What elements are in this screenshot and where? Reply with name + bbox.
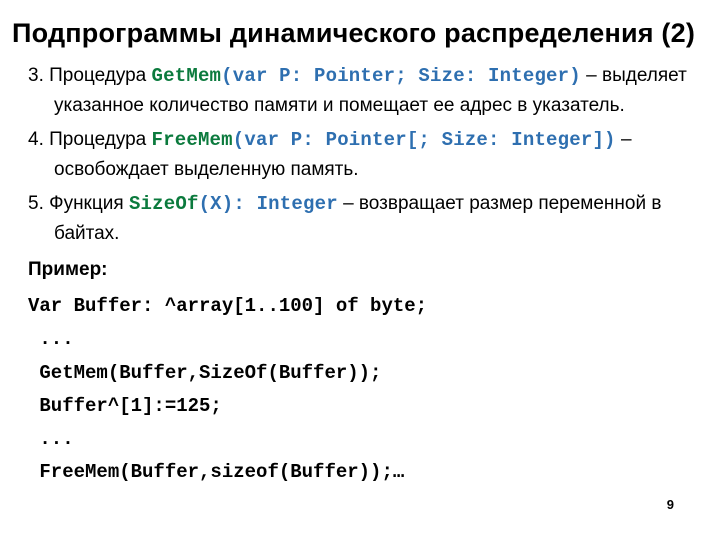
item-5-lead: 5. Функция <box>28 193 129 214</box>
item-4-tail: освобождает выделенную память. <box>54 159 359 180</box>
item-5-dash: – <box>338 193 359 214</box>
content-body: 3. Процедура GetMem(var P: Pointer; Size… <box>0 57 720 490</box>
sig-mid: P: <box>279 129 325 151</box>
sig-close: ) <box>569 65 581 87</box>
sig-sep: ; Size: <box>395 65 488 87</box>
sig-mid: P: <box>268 65 314 87</box>
item-5: 5. Функция SizeOf(X): Integer – возвраща… <box>28 189 692 249</box>
sig-open: ( <box>221 65 233 87</box>
proc-sizeof: SizeOf <box>129 193 199 215</box>
slide: Подпрограммы динамического распределения… <box>0 0 720 540</box>
sig-sep: [; Size: <box>407 129 511 151</box>
sig-open: ( <box>233 129 245 151</box>
item-3-dash: – <box>581 65 602 86</box>
proc-getmem: GetMem <box>152 65 222 87</box>
item-3: 3. Процедура GetMem(var P: Pointer; Size… <box>28 61 692 121</box>
sig-open: (X): <box>199 193 257 215</box>
item-4-signature: FreeMem(var P: Pointer[; Size: Integer]) <box>152 129 616 151</box>
kw-var: var <box>233 65 268 87</box>
kw-var: var <box>244 129 279 151</box>
page-title: Подпрограммы динамического распределения… <box>0 0 720 57</box>
page-number: 9 <box>667 497 674 512</box>
type-integer: Integer <box>488 65 569 87</box>
item-3-lead: 3. Процедура <box>28 65 152 86</box>
type-pointer: Pointer <box>314 65 395 87</box>
type-integer: Integer <box>511 129 592 151</box>
item-4-dash: – <box>616 129 632 150</box>
code-block: Var Buffer: ^array[1..100] of byte; ... … <box>28 290 692 490</box>
item-3-signature: GetMem(var P: Pointer; Size: Integer) <box>152 65 581 87</box>
item-4-lead: 4. Процедура <box>28 129 152 150</box>
proc-freemem: FreeMem <box>152 129 233 151</box>
example-label: Пример: <box>28 255 692 284</box>
item-5-tail1: возвращает размер переменной в <box>359 193 662 214</box>
item-5-signature: SizeOf(X): Integer <box>129 193 338 215</box>
type-integer: Integer <box>257 193 338 215</box>
type-pointer: Pointer <box>326 129 407 151</box>
item-5-tail2: байтах. <box>54 223 119 244</box>
sig-close: ]) <box>592 129 615 151</box>
item-4: 4. Процедура FreeMem(var P: Pointer[; Si… <box>28 125 692 185</box>
